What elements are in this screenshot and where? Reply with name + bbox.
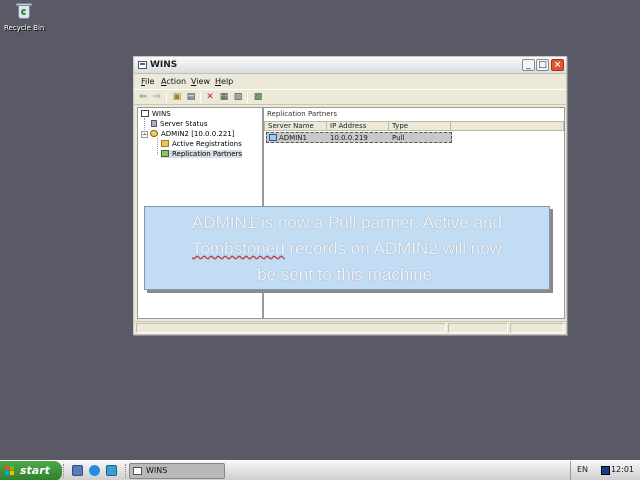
status-cell-main bbox=[136, 323, 446, 333]
taskbar-grip-2 bbox=[125, 464, 127, 478]
show-desktop-icon[interactable] bbox=[72, 465, 83, 476]
replication-partners-icon bbox=[161, 150, 169, 157]
status-cell-3 bbox=[510, 323, 564, 333]
help-icon[interactable]: ▩ bbox=[252, 92, 264, 103]
recycle-bin-label: Recycle Bin bbox=[4, 24, 45, 32]
clock[interactable]: 12:01 bbox=[611, 465, 634, 474]
column-server-name[interactable]: Server Name bbox=[264, 121, 327, 131]
start-button[interactable]: start bbox=[0, 461, 62, 480]
windows-flag-icon bbox=[5, 466, 15, 476]
tree-node-admin2[interactable]: − ADMIN2 [10.0.0.221] bbox=[141, 130, 235, 138]
wins-task-icon bbox=[133, 467, 142, 475]
server-status-icon bbox=[151, 120, 157, 127]
menu-help[interactable]: Help bbox=[215, 77, 233, 86]
wins-window: WINS _ □ × File Action View Help ⇦ ⇨ ▣ ▤… bbox=[133, 56, 567, 335]
column-spacer bbox=[451, 121, 564, 131]
menu-action[interactable]: Action bbox=[161, 77, 186, 86]
recycle-bin-shortcut[interactable]: Recycle Bin bbox=[4, 2, 44, 32]
menu-bar: File Action View Help bbox=[134, 77, 566, 89]
up-folder-icon[interactable]: ▣ bbox=[171, 92, 183, 103]
cell-ip-address: 10.0.0.219 bbox=[330, 134, 368, 142]
tree-node-server-status[interactable]: Server Status bbox=[151, 120, 208, 128]
task-title: WINS bbox=[146, 466, 168, 475]
maximize-button[interactable]: □ bbox=[536, 59, 549, 71]
cell-server-name: ADMIN1 bbox=[269, 134, 307, 142]
column-ip-address[interactable]: IP Address bbox=[327, 121, 389, 131]
tree-node-active-registrations[interactable]: Active Registrations bbox=[161, 140, 242, 148]
wins-app-icon bbox=[138, 61, 147, 69]
taskbar: start WINS EN 12:01 bbox=[0, 460, 640, 480]
callout-line-1: ADMIN1 is now a Pull partner. Active and bbox=[192, 213, 502, 232]
taskbar-button-wins[interactable]: WINS bbox=[129, 463, 225, 479]
export-list-icon[interactable]: ▧ bbox=[232, 92, 244, 103]
back-arrow-icon[interactable]: ⇦ bbox=[137, 92, 149, 103]
language-indicator[interactable]: EN bbox=[577, 465, 588, 474]
properties-icon[interactable]: ▦ bbox=[218, 92, 230, 103]
cell-type: Pull bbox=[392, 134, 405, 142]
column-type[interactable]: Type bbox=[389, 121, 451, 131]
window-title: WINS bbox=[150, 60, 178, 70]
wins-node-icon bbox=[141, 110, 149, 117]
minimize-button[interactable]: _ bbox=[522, 59, 535, 71]
internet-explorer-icon[interactable] bbox=[89, 465, 100, 476]
callout-line-2: Tombstoned records on ADMIN2 will now bbox=[192, 239, 502, 258]
delete-icon[interactable]: ✕ bbox=[204, 92, 216, 103]
server-icon bbox=[150, 130, 158, 137]
status-cell-2 bbox=[448, 323, 508, 333]
title-bar[interactable]: WINS _ □ × bbox=[134, 57, 566, 74]
status-bar bbox=[134, 321, 566, 334]
table-row[interactable]: ADMIN1 10.0.0.219 Pull bbox=[266, 132, 452, 143]
system-tray: EN 12:01 bbox=[570, 461, 640, 480]
show-hide-tree-icon[interactable]: ▤ bbox=[185, 92, 197, 103]
replication-partner-icon bbox=[269, 134, 277, 141]
spellcheck-word: Tombstoned bbox=[192, 239, 285, 258]
recycle-bin-icon bbox=[15, 2, 33, 20]
menu-view[interactable]: View bbox=[191, 77, 210, 86]
toolbar: ⇦ ⇨ ▣ ▤ ✕ ▦ ▧ ▩ bbox=[134, 89, 566, 105]
tutorial-callout: ADMIN1 is now a Pull partner. Active and… bbox=[144, 206, 550, 290]
tree-node-wins[interactable]: WINS bbox=[141, 110, 171, 118]
network-icon[interactable] bbox=[601, 466, 610, 475]
menu-file[interactable]: File bbox=[141, 77, 154, 86]
forward-arrow-icon[interactable]: ⇨ bbox=[151, 92, 163, 103]
details-pane-title: Replication Partners bbox=[267, 110, 338, 118]
callout-line-3: be sent to this machine. bbox=[257, 265, 437, 284]
media-player-icon[interactable] bbox=[106, 465, 117, 476]
close-button[interactable]: × bbox=[551, 59, 564, 71]
taskbar-grip bbox=[63, 464, 65, 478]
start-label: start bbox=[20, 464, 50, 477]
collapse-icon[interactable]: − bbox=[141, 131, 148, 138]
folder-icon bbox=[161, 140, 169, 147]
tree-node-replication-partners[interactable]: Replication Partners bbox=[161, 150, 243, 158]
